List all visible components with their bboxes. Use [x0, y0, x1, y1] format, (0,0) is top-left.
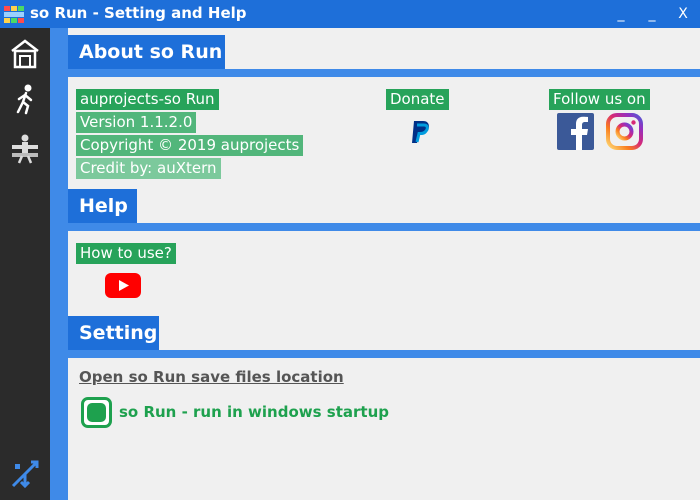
open-save-location-link[interactable]: Open so Run save files location [79, 368, 344, 386]
version-label: Version 1.1.2.0 [76, 112, 197, 133]
minimize-button[interactable]: _ [606, 2, 636, 26]
maximize-button[interactable]: _ [637, 2, 667, 26]
section-setting-divider [68, 350, 700, 358]
section-about-divider [68, 69, 700, 77]
app-icon [4, 6, 24, 23]
sidebar-item-setting[interactable] [0, 128, 50, 168]
section-help-heading: Help [68, 189, 137, 223]
donate-label: Donate [386, 89, 449, 110]
credit-label: Credit by: auXtern [76, 158, 221, 179]
how-to-use-label: How to use? [76, 243, 176, 264]
copyright-label: Copyright © 2019 auprojects [76, 135, 304, 156]
section-about-heading: About so Run [68, 35, 225, 69]
window-title: so Run - Setting and Help [30, 4, 247, 22]
instagram-icon[interactable] [606, 113, 643, 154]
sidebar [0, 28, 50, 500]
section-help-divider [68, 223, 700, 231]
runner-icon [16, 84, 33, 115]
fork-arrow-icon [11, 460, 39, 489]
home-icon [11, 39, 39, 69]
paypal-icon[interactable] [406, 118, 434, 150]
title-bar: so Run - Setting and Help _ _ X [0, 0, 700, 28]
close-button[interactable]: X [668, 2, 698, 26]
follow-label: Follow us on [549, 89, 650, 110]
sidebar-item-run[interactable] [0, 78, 50, 118]
sidebar-item-home[interactable] [0, 33, 50, 73]
startup-toggle[interactable] [81, 397, 112, 428]
facebook-icon[interactable] [557, 113, 594, 154]
startup-toggle-label: so Run - run in windows startup [119, 403, 389, 421]
section-setting-heading: Setting [68, 316, 159, 350]
sidebar-item-fork[interactable] [0, 453, 50, 493]
youtube-icon[interactable] [105, 273, 141, 302]
toggle-knob [87, 403, 106, 422]
settings-person-icon [12, 134, 38, 164]
left-accent-strip [50, 28, 68, 500]
app-name-label: auprojects-so Run [76, 89, 219, 110]
